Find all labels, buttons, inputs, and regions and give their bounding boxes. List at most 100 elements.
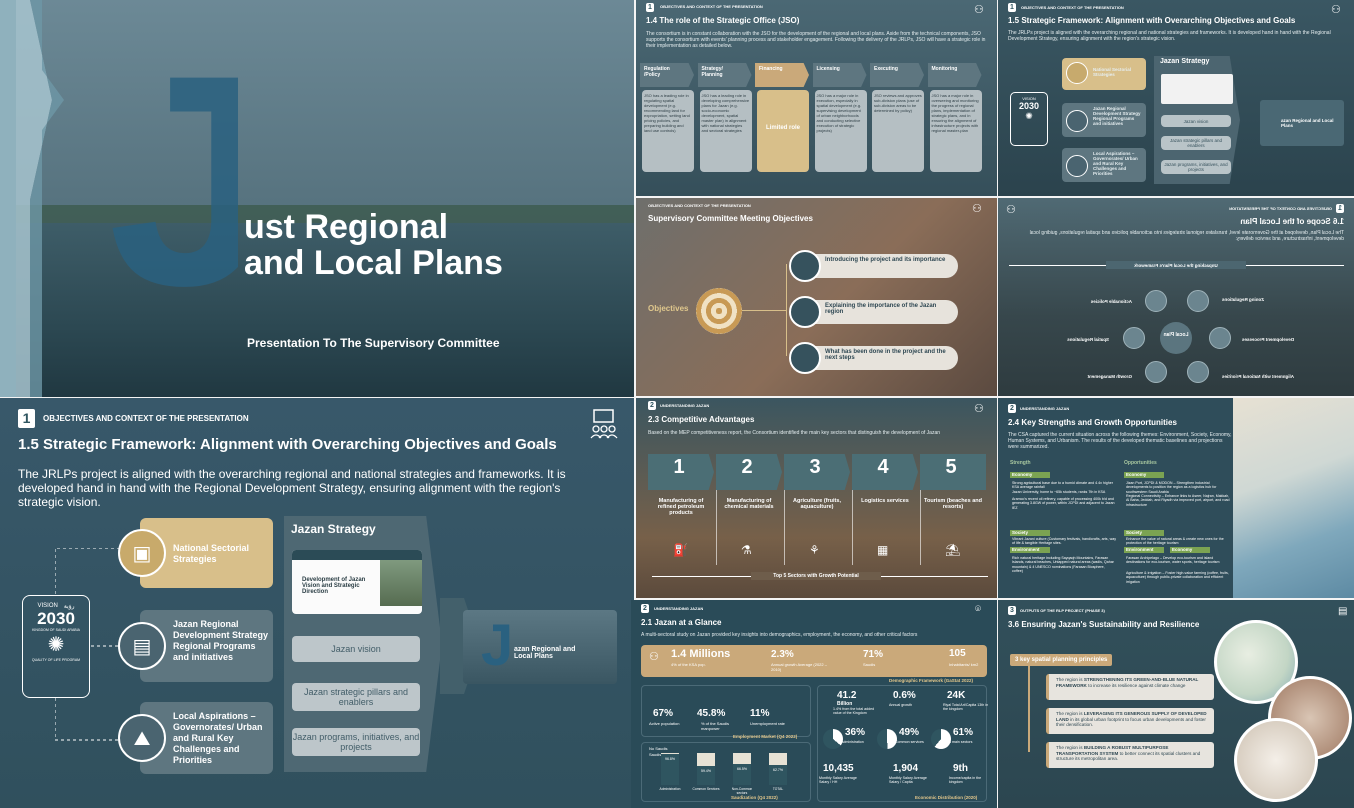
- icon-circle-national: [1066, 62, 1088, 84]
- jso-column-title: Licensing: [816, 66, 840, 72]
- strength-item: Aramco's recent oil refinery, capable of…: [1012, 497, 1115, 510]
- sky: [0, 0, 634, 230]
- theme-tag: Society: [1124, 530, 1164, 536]
- framework-label: Unpacking the Local Plan's Framework: [1106, 261, 1246, 269]
- slide-title: 2.1 Jazan at a Glance: [641, 618, 722, 627]
- econ-value: 49%: [899, 727, 920, 738]
- jso-column-body: JSO has a leading role in regulating spa…: [644, 93, 690, 133]
- beach-icon: ⛱: [945, 543, 961, 557]
- objective-icon: [789, 296, 821, 328]
- thumbnail-title: azan Regional and Local Plans: [514, 646, 576, 660]
- cover-slide[interactable]: J ust Regional and Local Plans Presentat…: [0, 0, 634, 397]
- saud-bar-label: TOTAL: [772, 787, 784, 791]
- opportunity-item: Regional Connectivity – Enhance links to…: [1126, 494, 1230, 507]
- connector-line: [786, 264, 787, 356]
- item-national-label: National Sectorial Strategies: [1093, 67, 1132, 77]
- econ-label: Monthly Salary Average Salary / Capita: [889, 776, 927, 785]
- thumbnail-letter: J: [481, 613, 514, 678]
- slide-body: The Local Plan, developed at the Governo…: [1029, 230, 1344, 242]
- jso-column-title: Regulation /Policy: [644, 66, 670, 78]
- econ-value: 24K: [947, 690, 966, 701]
- sector-label: Logistics services: [861, 498, 909, 504]
- sector-number: 2: [741, 456, 753, 478]
- slide-committee-objectives[interactable]: OBJECTIVES AND CONTEXT OF THE PRESENTATI…: [636, 198, 997, 396]
- section-label: UNDERSTANDING JAZAN: [1020, 406, 1070, 411]
- cover-subtitle: Presentation To The Supervisory Committe…: [247, 336, 500, 350]
- objective-icon: [789, 250, 821, 282]
- slide-title: 1.4 The role of the Strategic Office (JS…: [646, 16, 800, 25]
- icon-circle-local: [1066, 155, 1088, 177]
- demo-source: Demographic Framework (GaStat 2022): [889, 678, 974, 683]
- econ-value: 9th: [953, 763, 968, 774]
- strategy-item-programs: Jazan programs, initiatives, and project…: [1161, 160, 1231, 174]
- econ-label: 1.4% from the total added value of the K…: [833, 707, 875, 716]
- icon-circle-regional: [1066, 110, 1088, 132]
- strength-item: Vibrant Jazani culture (Customary festiv…: [1012, 537, 1116, 546]
- saud-bar-label: Non-Common sectors: [731, 787, 753, 795]
- econ-label: 3 main sectors: [949, 740, 973, 744]
- cover-title-line1: ust Regional: [244, 208, 449, 246]
- slide-body: The JRLPs project is aligned with the ov…: [18, 467, 566, 509]
- agriculture-icon: ⚘: [809, 543, 820, 557]
- slide-framework-large[interactable]: 1 OBJECTIVES AND CONTEXT OF THE PRESENTA…: [0, 398, 634, 808]
- scope-node: [1145, 361, 1167, 383]
- people-icon: ⚇: [972, 202, 982, 215]
- section-label: OBJECTIVES AND CONTEXT OF THE PRESENTATI…: [648, 203, 751, 208]
- slide-body: The CSA captured the current situation a…: [1008, 432, 1232, 450]
- theme-tag: Environment: [1010, 547, 1050, 553]
- doc-title: Development of Jazan Vision and Strategi…: [302, 577, 366, 595]
- thumbnail-title: azan Regional and Local Plans: [1281, 118, 1334, 128]
- slide-jazan-glance[interactable]: 2 UNDERSTANDING JAZAN 2.1 Jazan at a Gla…: [631, 600, 997, 808]
- slide-competitive-advantages[interactable]: 2 UNDERSTANDING JAZAN 2.3 Competitive Ad…: [636, 398, 997, 598]
- people-icon: ⚇: [1006, 203, 1016, 216]
- strategy-item-pillars: Jazan strategic pillars and enablers: [1161, 136, 1231, 150]
- theme-tag: Environment: [1124, 547, 1164, 553]
- cover-letter: J: [108, 60, 238, 300]
- sector-number: 5: [945, 456, 957, 478]
- emp-saudis-label: % of the Saudis manpower: [701, 721, 730, 731]
- slide-body: Based on the MEP competitiveness report,…: [648, 430, 941, 436]
- scope-node-label: Spatial Regulations: [1067, 337, 1109, 342]
- slide-strengths[interactable]: 2 UNDERSTANDING JAZAN 2.4 Key Strengths …: [998, 398, 1354, 598]
- emp-active-label: Active population: [649, 721, 680, 726]
- people-icon: ⚇: [649, 650, 659, 663]
- people-icon: ⚇: [974, 3, 984, 16]
- slide-local-plan-scope[interactable]: 1 OBJECTIVES AND CONTEXT OF THE PRESENTA…: [998, 198, 1354, 396]
- jso-column-title: Financing: [759, 66, 783, 72]
- principle-text: The region is LEVERAGING ITS GENEROUS SU…: [1056, 711, 1210, 728]
- theme-tag: Society: [1010, 530, 1050, 536]
- econ-label: Monthly Salary Average Salary / HH: [819, 776, 857, 785]
- local-plan-center: [1160, 322, 1192, 354]
- section-number: 1: [1008, 3, 1016, 12]
- section-label: UNDERSTANDING JAZAN: [660, 403, 710, 408]
- principles-label: 3 key spatial planning principles: [1010, 654, 1113, 666]
- principle-lead: The region is: [1056, 711, 1084, 716]
- econ-value: 0.6%: [893, 690, 916, 701]
- jso-column-title: Executing: [874, 66, 898, 72]
- cover-title-line2: and Local Plans: [244, 244, 503, 282]
- jso-column-title: Monitoring: [931, 66, 958, 72]
- slide-framework-small[interactable]: 1 OBJECTIVES AND CONTEXT OF THE PRESENTA…: [998, 0, 1354, 196]
- section-label: OBJECTIVES AND CONTEXT OF THE PRESENTATI…: [1229, 206, 1332, 211]
- econ-value: 36%: [845, 727, 866, 738]
- item-regional-label: Jazan Regional Development Strategy Regi…: [173, 619, 269, 662]
- opportunity-item: Farasan Archipelago – Develop eco-touris…: [1126, 556, 1220, 565]
- local-plan-label: Local Plan: [1163, 332, 1189, 338]
- slide-sustainability[interactable]: 3 OUTPUTS OF THE RLP PROJECT (PHASE 3) 3…: [998, 600, 1354, 808]
- scope-node-label: Zoning Regulations: [1222, 297, 1264, 302]
- section-number: 1: [18, 409, 35, 428]
- emp-unemployment: 11%: [750, 708, 770, 719]
- saud-bar-value: 59.4%: [701, 768, 711, 773]
- objective-icon: [789, 342, 821, 374]
- econ-value: 41.2: [837, 690, 857, 701]
- jso-column-body: JSO has a major role in overseeing and m…: [931, 93, 979, 133]
- slide-jso-role[interactable]: 1 OBJECTIVES AND CONTEXT OF THE PRESENTA…: [636, 0, 997, 196]
- econ-source: Economic Distribution (2020): [915, 795, 978, 800]
- opportunity-item: Jizan Port, JCPDI & MODON – Strengthen i…: [1126, 481, 1217, 494]
- demo-saudis: 71%: [863, 649, 884, 660]
- strategy-item-vision: Jazan vision: [1161, 115, 1231, 127]
- saud-bar-value: 62.7%: [773, 767, 783, 772]
- chemistry-icon: ⚗: [741, 543, 752, 557]
- strength-item: Rich natural heritage including Sayqaqh …: [1012, 556, 1114, 574]
- econ-pie: [823, 729, 843, 749]
